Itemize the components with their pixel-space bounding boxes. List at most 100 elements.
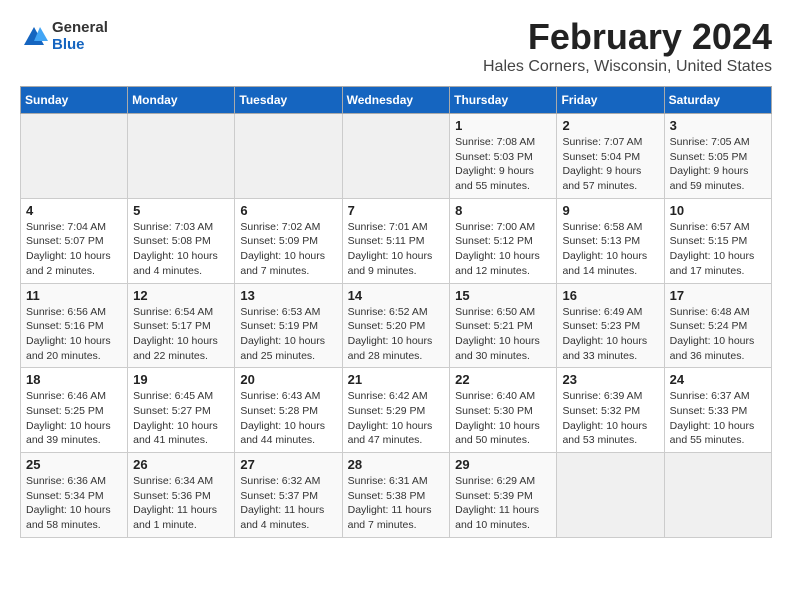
day-number: 19 (133, 372, 229, 387)
week-row-3: 11 Sunrise: 6:56 AM Sunset: 5:16 PM Dayli… (21, 283, 772, 368)
day-number: 18 (26, 372, 122, 387)
day-info: Sunrise: 6:45 AM Sunset: 5:27 PM Dayligh… (133, 389, 229, 448)
calendar-cell: 4Sunrise: 7:04 AM Sunset: 5:07 PM Daylig… (21, 198, 128, 283)
calendar-cell: 22 Sunrise: 6:40 AM Sunset: 5:30 PM Dayli… (450, 368, 557, 453)
calendar-cell: 24 Sunrise: 6:37 AM Sunset: 5:33 PM Dayli… (664, 368, 771, 453)
calendar-cell: 25 Sunrise: 6:36 AM Sunset: 5:34 PM Dayli… (21, 453, 128, 538)
day-info: Sunrise: 6:36 AM Sunset: 5:34 PM Dayligh… (26, 474, 122, 533)
day-info: Sunrise: 7:01 AM Sunset: 5:11 PM Dayligh… (348, 220, 445, 279)
day-number: 25 (26, 457, 122, 472)
calendar-cell: 28 Sunrise: 6:31 AM Sunset: 5:38 PM Dayli… (342, 453, 450, 538)
calendar-cell: 5Sunrise: 7:03 AM Sunset: 5:08 PM Daylig… (128, 198, 235, 283)
day-info: Sunrise: 6:39 AM Sunset: 5:32 PM Dayligh… (562, 389, 658, 448)
calendar-cell: 10 Sunrise: 6:57 AM Sunset: 5:15 PM Dayli… (664, 198, 771, 283)
logo-general: General (52, 20, 108, 37)
day-number: 20 (240, 372, 336, 387)
day-info: Sunrise: 6:53 AM Sunset: 5:19 PM Dayligh… (240, 305, 336, 364)
day-info: Sunrise: 6:37 AM Sunset: 5:33 PM Dayligh… (670, 389, 766, 448)
calendar-cell: 7 Sunrise: 7:01 AM Sunset: 5:11 PM Daylig… (342, 198, 450, 283)
day-info: Sunrise: 6:34 AM Sunset: 5:36 PM Dayligh… (133, 474, 229, 533)
day-number: 24 (670, 372, 766, 387)
calendar-cell: 20 Sunrise: 6:43 AM Sunset: 5:28 PM Dayli… (235, 368, 342, 453)
header-cell-saturday: Saturday (664, 87, 771, 114)
day-number: 10 (670, 203, 766, 218)
day-info: Sunrise: 6:40 AM Sunset: 5:30 PM Dayligh… (455, 389, 551, 448)
header-cell-thursday: Thursday (450, 87, 557, 114)
header-cell-sunday: Sunday (21, 87, 128, 114)
day-number: 2 (562, 118, 658, 133)
day-info: Sunrise: 7:05 AM Sunset: 5:05 PM Dayligh… (670, 135, 766, 194)
logo-text: General Blue (52, 20, 108, 53)
day-number: 5 (133, 203, 229, 218)
day-info: Sunrise: 6:29 AM Sunset: 5:39 PM Dayligh… (455, 474, 551, 533)
calendar-cell: 9Sunrise: 6:58 AM Sunset: 5:13 PM Daylig… (557, 198, 664, 283)
calendar-cell: 11 Sunrise: 6:56 AM Sunset: 5:16 PM Dayli… (21, 283, 128, 368)
header-cell-wednesday: Wednesday (342, 87, 450, 114)
week-row-2: 4Sunrise: 7:04 AM Sunset: 5:07 PM Daylig… (21, 198, 772, 283)
calendar-cell: 6Sunrise: 7:02 AM Sunset: 5:09 PM Daylig… (235, 198, 342, 283)
calendar-cell (128, 114, 235, 199)
calendar-cell: 17 Sunrise: 6:48 AM Sunset: 5:24 PM Dayli… (664, 283, 771, 368)
day-info: Sunrise: 6:43 AM Sunset: 5:28 PM Dayligh… (240, 389, 336, 448)
day-number: 23 (562, 372, 658, 387)
day-info: Sunrise: 6:48 AM Sunset: 5:24 PM Dayligh… (670, 305, 766, 364)
week-row-4: 18 Sunrise: 6:46 AM Sunset: 5:25 PM Dayli… (21, 368, 772, 453)
calendar-cell (557, 453, 664, 538)
calendar-cell: 8Sunrise: 7:00 AM Sunset: 5:12 PM Daylig… (450, 198, 557, 283)
calendar-cell (664, 453, 771, 538)
day-info: Sunrise: 6:46 AM Sunset: 5:25 PM Dayligh… (26, 389, 122, 448)
calendar: SundayMondayTuesdayWednesdayThursdayFrid… (20, 86, 772, 538)
calendar-cell (235, 114, 342, 199)
day-number: 13 (240, 288, 336, 303)
day-number: 16 (562, 288, 658, 303)
main-title: February 2024 (483, 16, 772, 58)
day-number: 11 (26, 288, 122, 303)
day-info: Sunrise: 6:58 AM Sunset: 5:13 PM Dayligh… (562, 220, 658, 279)
day-info: Sunrise: 6:42 AM Sunset: 5:29 PM Dayligh… (348, 389, 445, 448)
day-info: Sunrise: 6:56 AM Sunset: 5:16 PM Dayligh… (26, 305, 122, 364)
day-info: Sunrise: 6:31 AM Sunset: 5:38 PM Dayligh… (348, 474, 445, 533)
day-number: 8 (455, 203, 551, 218)
calendar-cell: 12 Sunrise: 6:54 AM Sunset: 5:17 PM Dayli… (128, 283, 235, 368)
logo-icon (20, 23, 48, 51)
day-number: 17 (670, 288, 766, 303)
calendar-cell: 29Sunrise: 6:29 AM Sunset: 5:39 PM Dayli… (450, 453, 557, 538)
calendar-cell: 26Sunrise: 6:34 AM Sunset: 5:36 PM Dayli… (128, 453, 235, 538)
day-info: Sunrise: 7:08 AM Sunset: 5:03 PM Dayligh… (455, 135, 551, 194)
calendar-cell: 23 Sunrise: 6:39 AM Sunset: 5:32 PM Dayli… (557, 368, 664, 453)
day-number: 12 (133, 288, 229, 303)
day-number: 14 (348, 288, 445, 303)
day-number: 7 (348, 203, 445, 218)
calendar-cell: 3 Sunrise: 7:05 AM Sunset: 5:05 PM Daylig… (664, 114, 771, 199)
day-info: Sunrise: 7:04 AM Sunset: 5:07 PM Dayligh… (26, 220, 122, 279)
header-row: SundayMondayTuesdayWednesdayThursdayFrid… (21, 87, 772, 114)
calendar-header: SundayMondayTuesdayWednesdayThursdayFrid… (21, 87, 772, 114)
day-number: 3 (670, 118, 766, 133)
day-info: Sunrise: 7:07 AM Sunset: 5:04 PM Dayligh… (562, 135, 658, 194)
calendar-cell: 1 Sunrise: 7:08 AM Sunset: 5:03 PM Daylig… (450, 114, 557, 199)
header: General Blue February 2024 Hales Corners… (20, 16, 772, 76)
calendar-cell: 21 Sunrise: 6:42 AM Sunset: 5:29 PM Dayli… (342, 368, 450, 453)
day-number: 21 (348, 372, 445, 387)
title-area: February 2024 Hales Corners, Wisconsin, … (483, 16, 772, 76)
day-info: Sunrise: 6:57 AM Sunset: 5:15 PM Dayligh… (670, 220, 766, 279)
week-row-5: 25 Sunrise: 6:36 AM Sunset: 5:34 PM Dayli… (21, 453, 772, 538)
day-number: 28 (348, 457, 445, 472)
header-cell-friday: Friday (557, 87, 664, 114)
calendar-cell: 2 Sunrise: 7:07 AM Sunset: 5:04 PM Daylig… (557, 114, 664, 199)
day-info: Sunrise: 6:50 AM Sunset: 5:21 PM Dayligh… (455, 305, 551, 364)
calendar-cell: 27Sunrise: 6:32 AM Sunset: 5:37 PM Dayli… (235, 453, 342, 538)
day-info: Sunrise: 7:02 AM Sunset: 5:09 PM Dayligh… (240, 220, 336, 279)
day-info: Sunrise: 6:32 AM Sunset: 5:37 PM Dayligh… (240, 474, 336, 533)
logo-blue: Blue (52, 37, 108, 54)
day-number: 22 (455, 372, 551, 387)
subtitle: Hales Corners, Wisconsin, United States (483, 58, 772, 76)
calendar-body: 1 Sunrise: 7:08 AM Sunset: 5:03 PM Daylig… (21, 114, 772, 538)
week-row-1: 1 Sunrise: 7:08 AM Sunset: 5:03 PM Daylig… (21, 114, 772, 199)
day-number: 1 (455, 118, 551, 133)
day-info: Sunrise: 6:54 AM Sunset: 5:17 PM Dayligh… (133, 305, 229, 364)
header-cell-tuesday: Tuesday (235, 87, 342, 114)
day-info: Sunrise: 6:52 AM Sunset: 5:20 PM Dayligh… (348, 305, 445, 364)
day-info: Sunrise: 6:49 AM Sunset: 5:23 PM Dayligh… (562, 305, 658, 364)
header-cell-monday: Monday (128, 87, 235, 114)
